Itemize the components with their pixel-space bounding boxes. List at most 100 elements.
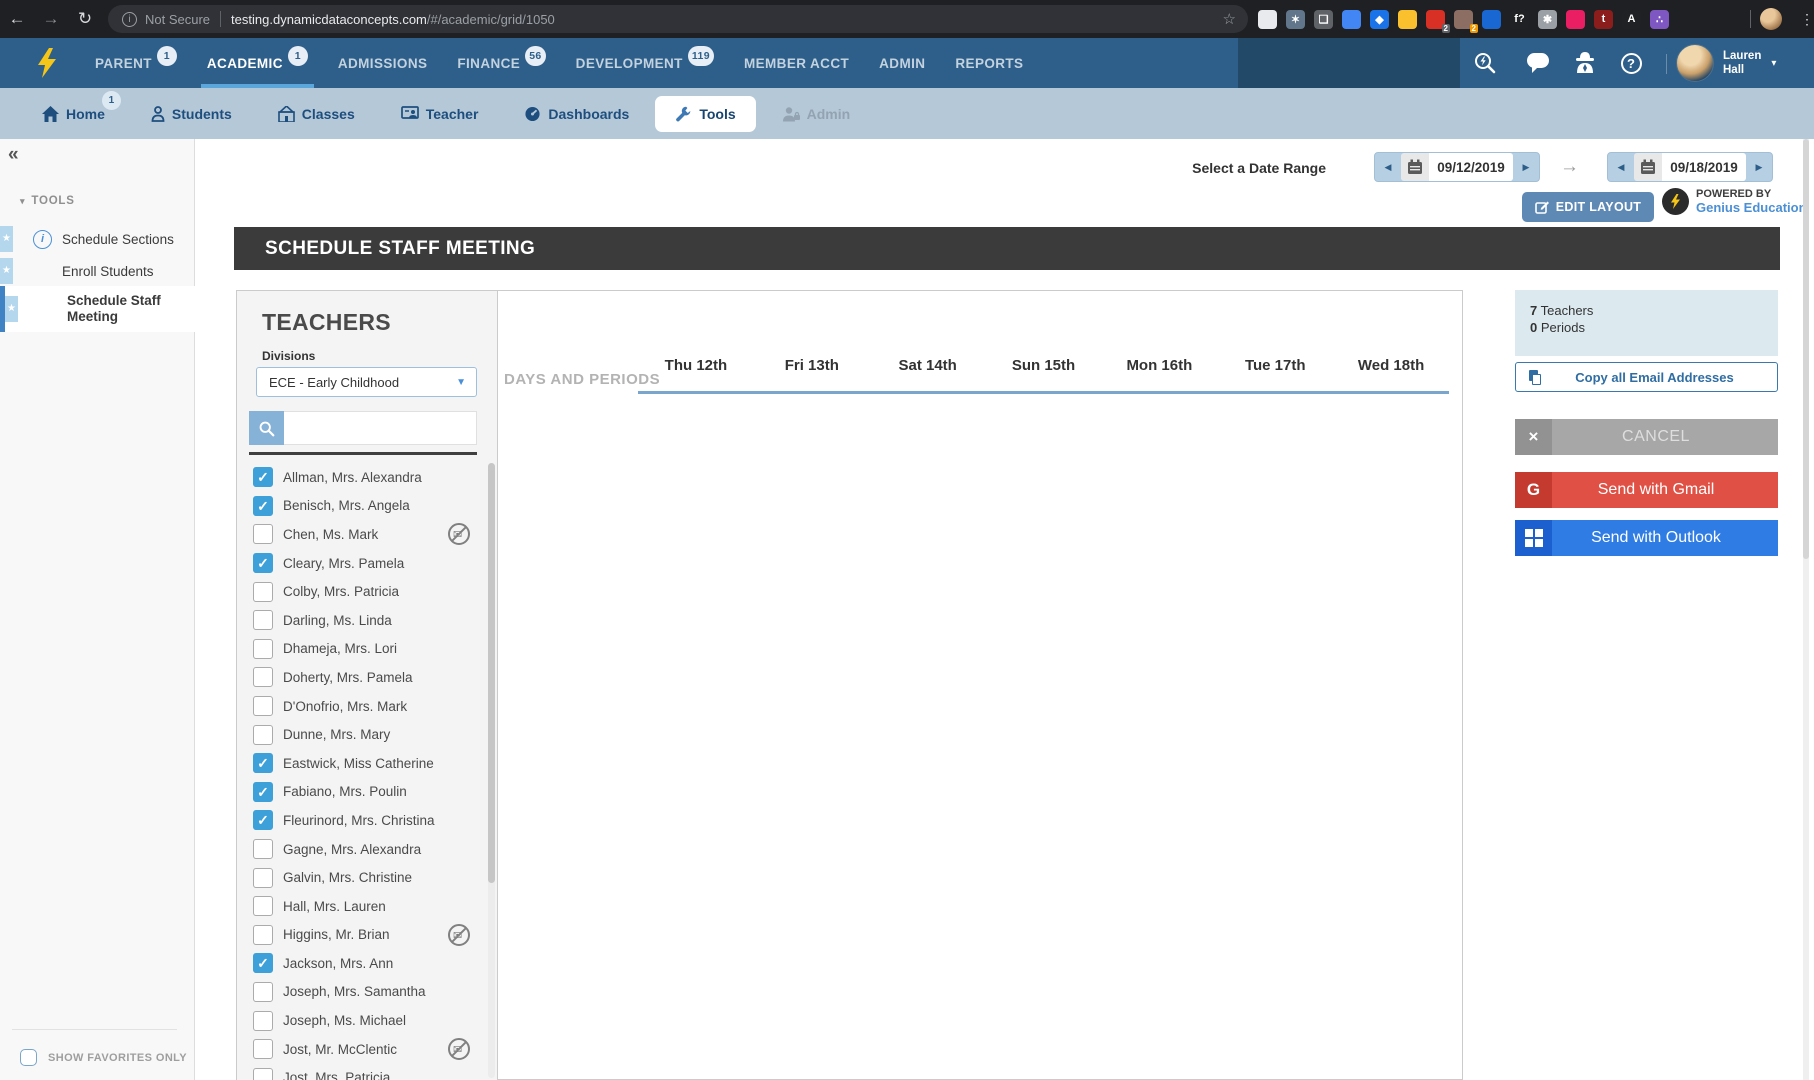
secondary-nav-classes[interactable]: Classes: [278, 88, 355, 139]
primary-nav-academic[interactable]: ACADEMIC1: [207, 38, 308, 88]
teacher-checkbox[interactable]: [253, 524, 273, 544]
teacher-checkbox[interactable]: ✓: [253, 496, 273, 516]
teacher-checkbox[interactable]: [253, 725, 273, 745]
start-date-picker[interactable]: ◀ 09/12/2019 ▶: [1374, 152, 1540, 182]
browser-back-icon[interactable]: ←: [0, 9, 34, 29]
cancel-button[interactable]: × CANCEL: [1515, 419, 1778, 455]
teacher-checkbox[interactable]: [253, 925, 273, 945]
clipboard-extension[interactable]: ❏: [1314, 10, 1333, 29]
show-favorites-toggle[interactable]: SHOW FAVORITES ONLY: [20, 1049, 187, 1066]
lighthouse-extension[interactable]: [1342, 10, 1361, 29]
teacher-checkbox[interactable]: ✓: [253, 553, 273, 573]
favorite-star-icon[interactable]: ★: [0, 226, 13, 252]
sidebar-item-enroll-students[interactable]: ★Enroll Students: [0, 256, 195, 286]
teacher-checkbox[interactable]: [253, 639, 273, 659]
nav-search-area[interactable]: [1238, 38, 1460, 88]
start-date-value[interactable]: 09/12/2019: [1429, 153, 1513, 181]
primary-nav-member-acct[interactable]: MEMBER ACCT: [744, 38, 849, 88]
help-icon[interactable]: ?: [1608, 38, 1654, 88]
search-icon[interactable]: [249, 411, 284, 445]
copy-emails-button[interactable]: Copy all Email Addresses: [1515, 362, 1778, 392]
start-date-next-icon[interactable]: ▶: [1513, 162, 1539, 173]
secondary-nav-home[interactable]: Home1: [42, 88, 105, 139]
primary-nav-reports[interactable]: REPORTS: [955, 38, 1023, 88]
send-gmail-button[interactable]: G Send with Gmail: [1515, 472, 1778, 508]
chevron-down-icon[interactable]: ▾: [1771, 58, 1776, 69]
primary-nav-finance[interactable]: FINANCE56: [457, 38, 545, 88]
end-date-next-icon[interactable]: ▶: [1746, 162, 1772, 173]
sidebar-section-header[interactable]: ▾ TOOLS: [20, 195, 75, 207]
teacher-checkbox[interactable]: [253, 868, 273, 888]
end-date-value[interactable]: 09/18/2019: [1662, 153, 1746, 181]
primary-nav-parent[interactable]: PARENT1: [95, 38, 177, 88]
reader-extension[interactable]: [1258, 10, 1277, 29]
page-scrollbar[interactable]: [1803, 139, 1809, 1080]
scrollbar-thumb[interactable]: [488, 463, 495, 883]
calendar-icon[interactable]: [1401, 153, 1429, 181]
user-avatar[interactable]: [1676, 44, 1714, 82]
flag-extension[interactable]: [1482, 10, 1501, 29]
user-menu[interactable]: Lauren Hall ▾: [1676, 38, 1776, 88]
molecule-extension[interactable]: ∴: [1650, 10, 1669, 29]
t-extension[interactable]: t: [1594, 10, 1613, 29]
bookmark-star-icon[interactable]: ☆: [1223, 10, 1236, 28]
react-devtools-extension[interactable]: ✶: [1286, 10, 1305, 29]
browser-forward-icon[interactable]: →: [34, 9, 68, 29]
teacher-checkbox[interactable]: ✓: [253, 782, 273, 802]
secondary-nav-tools[interactable]: Tools: [655, 96, 755, 132]
page-scrollbar-thumb[interactable]: [1803, 139, 1809, 559]
end-date-prev-icon[interactable]: ◀: [1608, 162, 1634, 173]
favorites-checkbox[interactable]: [20, 1049, 37, 1066]
address-bar[interactable]: i Not Secure testing.dynamicdataconcepts…: [108, 5, 1248, 33]
orange-badge-extension[interactable]: 2: [1454, 10, 1473, 29]
teacher-checkbox[interactable]: ✓: [253, 810, 273, 830]
teacher-checkbox[interactable]: [253, 839, 273, 859]
send-outlook-button[interactable]: Send with Outlook: [1515, 520, 1778, 556]
teacher-checkbox[interactable]: [253, 1011, 273, 1031]
info-icon[interactable]: i: [33, 230, 52, 249]
teacher-search-input[interactable]: [284, 411, 477, 445]
teacher-checkbox[interactable]: ✓: [253, 467, 273, 487]
edit-layout-button[interactable]: EDIT LAYOUT: [1522, 192, 1654, 222]
primary-nav-admin[interactable]: ADMIN: [879, 38, 925, 88]
teacher-checkbox[interactable]: [253, 896, 273, 916]
sidebar-item-schedule-staff-meeting[interactable]: ★Schedule StaffMeeting: [0, 286, 195, 332]
teacher-checkbox[interactable]: [253, 582, 273, 602]
chat-icon[interactable]: [1515, 38, 1561, 88]
teacher-checkbox[interactable]: ✓: [253, 753, 273, 773]
gem-extension[interactable]: ◆: [1370, 10, 1389, 29]
adblock-extension[interactable]: A: [1622, 10, 1641, 29]
browser-menu-icon[interactable]: ⋮: [1800, 11, 1814, 28]
calendar-icon[interactable]: [1634, 153, 1662, 181]
favorite-star-icon[interactable]: ★: [0, 258, 13, 284]
masquerade-icon[interactable]: [1562, 38, 1608, 88]
feather-extension[interactable]: [1398, 10, 1417, 29]
color-pinwheel-extension[interactable]: [1566, 10, 1585, 29]
teacher-checkbox[interactable]: [253, 696, 273, 716]
browser-profile-avatar[interactable]: [1760, 8, 1782, 30]
secondary-nav-teacher[interactable]: Teacher: [401, 88, 479, 139]
primary-nav-admissions[interactable]: ADMISSIONS: [338, 38, 428, 88]
secondary-nav-students[interactable]: Students: [151, 88, 232, 139]
primary-nav-development[interactable]: DEVELOPMENT119: [576, 38, 714, 88]
browser-reload-icon[interactable]: ↻: [68, 9, 102, 29]
teacher-checkbox[interactable]: [253, 610, 273, 630]
end-date-picker[interactable]: ◀ 09/18/2019 ▶: [1607, 152, 1773, 182]
font-finder-extension[interactable]: f?: [1510, 10, 1529, 29]
sidebar-item-schedule-sections[interactable]: ★iSchedule Sections: [0, 224, 195, 254]
start-date-prev-icon[interactable]: ◀: [1375, 162, 1401, 173]
search-icon[interactable]: [1462, 38, 1508, 88]
page-info-icon[interactable]: i: [122, 12, 137, 27]
teacher-checkbox[interactable]: [253, 982, 273, 1002]
teacher-checkbox[interactable]: [253, 1068, 273, 1080]
teacher-list-scrollbar[interactable]: [488, 463, 495, 1078]
teacher-checkbox[interactable]: [253, 667, 273, 687]
secondary-nav-dashboards[interactable]: Dashboards: [524, 88, 629, 139]
teacher-checkbox[interactable]: ✓: [253, 953, 273, 973]
divisions-select[interactable]: ECE - Early Childhood ▼: [256, 367, 477, 397]
gear-extension[interactable]: ✱: [1538, 10, 1557, 29]
favorite-star-icon[interactable]: ★: [5, 296, 18, 322]
red-badge-extension[interactable]: 2: [1426, 10, 1445, 29]
teacher-checkbox[interactable]: [253, 1039, 273, 1059]
app-logo-bolt-icon[interactable]: [36, 48, 58, 78]
